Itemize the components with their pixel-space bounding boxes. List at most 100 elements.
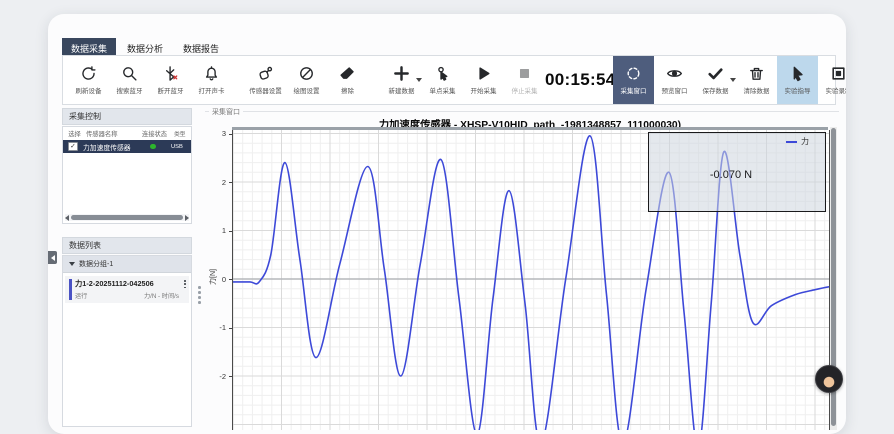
- legend-label: 力: [801, 136, 809, 147]
- capture-window-button[interactable]: 采集窗口: [613, 56, 654, 104]
- plot-settings-label: 绘图设置: [294, 85, 320, 95]
- y-tick-mark: [229, 376, 232, 377]
- sensor-type: USB: [171, 144, 191, 150]
- y-tick-mark: [229, 134, 232, 135]
- list-item[interactable]: 力1-2-20251112-042506 运行 力/N - 时间/s: [65, 276, 189, 303]
- y-tick-mark: [229, 182, 232, 183]
- scroll-left-icon[interactable]: [65, 215, 69, 221]
- data-item-status: 运行: [75, 291, 87, 300]
- collapse-left-icon: [51, 255, 55, 261]
- disconnect-bluetooth-label: 断开蓝牙: [158, 85, 184, 95]
- chart-groupbox-border: [205, 111, 839, 112]
- clear-data-button[interactable]: 清除数据: [736, 57, 777, 103]
- sidebar-collapse-button[interactable]: [48, 251, 57, 264]
- start-collect-button[interactable]: 开始采集: [463, 57, 504, 103]
- new-data-label: 新建数据: [389, 85, 415, 95]
- data-item-axes: 力/N - 时间/s: [144, 291, 179, 300]
- cursor-icon: [789, 65, 806, 82]
- table-row[interactable]: ✓ 力加速度传感器 USB: [63, 140, 191, 153]
- capture-window-label: 采集窗口: [621, 85, 647, 95]
- y-tick-label: -1: [204, 323, 226, 332]
- save-data-button[interactable]: 保存数据: [695, 57, 736, 103]
- refresh-device-button[interactable]: 刷新设备: [68, 57, 109, 103]
- preview-window-label: 预览窗口: [662, 85, 688, 95]
- play-icon: [475, 65, 492, 82]
- status-dot: [150, 144, 156, 150]
- open-soundcard-label: 打开声卡: [199, 85, 225, 95]
- y-tick-mark: [229, 279, 232, 280]
- sensor-checkbox[interactable]: ✓: [68, 142, 78, 152]
- y-tick-mark: [229, 231, 232, 232]
- open-soundcard-button[interactable]: 打开声卡: [191, 57, 232, 103]
- bluetooth-off-icon: [162, 65, 179, 82]
- data-item-title: 力1-2-20251112-042506: [75, 279, 179, 289]
- app-window: 数据采集 数据分析 数据报告 刷新设备搜索蓝牙断开蓝牙打开声卡传感器设置绘图设置…: [48, 14, 846, 434]
- dashed-circle-icon: [625, 65, 642, 82]
- value-annotation: -0.070 N: [685, 169, 777, 181]
- preview-window-button[interactable]: 预览窗口: [654, 57, 695, 103]
- plus-icon: [393, 65, 410, 82]
- experiment-guide-label: 实验指导: [785, 85, 811, 95]
- new-data-button[interactable]: 新建数据: [381, 57, 422, 103]
- record-icon: [830, 65, 846, 82]
- experiment-record-label: 实验录制: [826, 85, 847, 95]
- scroll-right-icon[interactable]: [185, 215, 189, 221]
- experiment-record-button[interactable]: 实验录制: [818, 57, 846, 103]
- trash-icon: [748, 65, 765, 82]
- bell-icon: [203, 65, 220, 82]
- eraser-icon: [339, 65, 356, 82]
- save-data-label: 保存数据: [703, 85, 729, 95]
- stop-collect-button[interactable]: 停止采集: [504, 57, 545, 103]
- y-tick-label: -2: [204, 372, 226, 381]
- collect-timer: 00:15:54: [545, 70, 613, 90]
- start-collect-label: 开始采集: [471, 85, 497, 95]
- y-tick-label: 3: [204, 129, 226, 138]
- experiment-guide-button[interactable]: 实验指导: [777, 56, 818, 104]
- chevron-down-icon: [69, 262, 75, 266]
- col-type: 类型: [171, 129, 191, 138]
- y-tick-mark: [229, 328, 232, 329]
- tap-icon: [434, 65, 451, 82]
- check-icon: [707, 65, 724, 82]
- support-avatar-button[interactable]: [815, 365, 843, 393]
- item-menu-icon[interactable]: [184, 280, 186, 288]
- erase-button[interactable]: 擦除: [327, 57, 368, 103]
- search-bluetooth-button[interactable]: 搜索蓝牙: [109, 57, 150, 103]
- sensor-settings-button[interactable]: 传感器设置: [245, 57, 286, 103]
- refresh-icon: [80, 65, 97, 82]
- single-point-collect-label: 单点采集: [430, 85, 456, 95]
- col-conn-status: 连接状态: [135, 129, 171, 138]
- table-hscrollbar[interactable]: [65, 214, 189, 221]
- eye-icon: [666, 65, 683, 82]
- single-point-collect-button[interactable]: 单点采集: [422, 57, 463, 103]
- col-select: 选择: [63, 129, 83, 138]
- data-group-row[interactable]: 数据分组-1: [63, 256, 191, 273]
- toolbar: 刷新设备 搜索蓝牙 断开蓝牙 打开声卡 传感器设置 绘图设置 擦除 新建数据 单点采集 开始采集 停…: [62, 55, 836, 105]
- y-tick-label: 1: [204, 226, 226, 235]
- sensor-table-header: 选择 传感器名称 连接状态 类型: [63, 127, 191, 140]
- chart-legend: 力: [786, 136, 809, 147]
- y-axis-label: 力[N]: [208, 262, 218, 292]
- col-sensor-name: 传感器名称: [83, 129, 135, 138]
- data-list-header: 数据列表: [62, 237, 192, 254]
- clear-data-label: 清除数据: [744, 85, 770, 95]
- plot-settings-button[interactable]: 绘图设置: [286, 57, 327, 103]
- data-list: 数据分组-1 力1-2-20251112-042506 运行 力/N - 时间/…: [62, 255, 192, 427]
- refresh-device-label: 刷新设备: [76, 85, 102, 95]
- search-icon: [121, 65, 138, 82]
- data-group-label: 数据分组-1: [79, 259, 113, 269]
- erase-label: 擦除: [341, 85, 354, 95]
- legend-line-swatch: [786, 141, 797, 143]
- collect-control-header: 采集控制: [62, 108, 192, 125]
- stop-collect-label: 停止采集: [512, 85, 538, 95]
- hscroll-thumb[interactable]: [71, 215, 183, 220]
- stop-icon: [516, 65, 533, 82]
- search-bluetooth-label: 搜索蓝牙: [117, 85, 143, 95]
- disconnect-bluetooth-button[interactable]: 断开蓝牙: [150, 57, 191, 103]
- sensor-name: 力加速度传感器: [83, 142, 135, 152]
- sensor-icon: [257, 65, 274, 82]
- sensor-table: 选择 传感器名称 连接状态 类型 ✓ 力加速度传感器 USB: [62, 126, 192, 224]
- panel-splitter-handle[interactable]: [198, 286, 201, 304]
- sensor-settings-label: 传感器设置: [249, 85, 282, 95]
- y-tick-label: 2: [204, 178, 226, 187]
